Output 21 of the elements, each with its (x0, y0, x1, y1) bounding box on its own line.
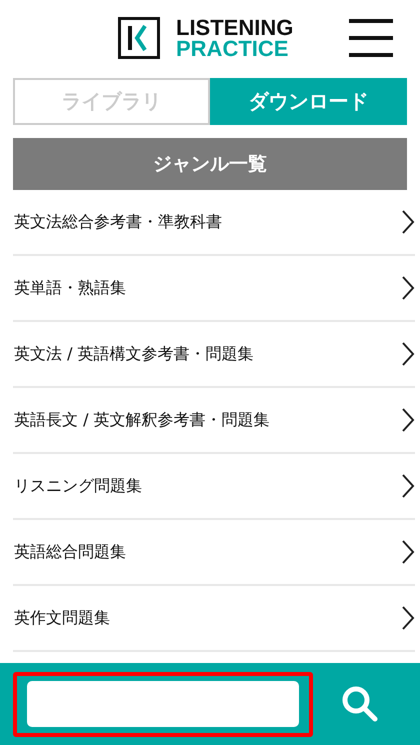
logo-icon (118, 16, 160, 58)
chevron-icon (401, 341, 415, 367)
logo-subtitle: PRACTICE (176, 38, 290, 58)
menu-icon[interactable] (349, 18, 393, 56)
search-icon[interactable] (340, 684, 380, 724)
genre-item[interactable]: 英語長文 / 英文解釈参考書・問題集 (13, 388, 415, 454)
genre-item[interactable]: 英語総合問題集 (13, 520, 415, 586)
section-header: ジャンル一覧 (13, 138, 407, 190)
chevron-icon (401, 209, 415, 235)
logo-title: LISTENING (176, 16, 294, 38)
genre-item[interactable]: 英単語・熟語集 (13, 256, 415, 322)
search-field[interactable] (27, 681, 299, 727)
chevron-icon (401, 473, 415, 499)
chevron-icon (401, 605, 415, 631)
chevron-icon (401, 275, 415, 301)
chevron-icon (401, 539, 415, 565)
genre-item[interactable]: 英作文問題集 (13, 586, 415, 652)
chevron-icon (401, 407, 415, 433)
genre-item[interactable]: 英文法 / 英語構文参考書・問題集 (13, 322, 415, 388)
genre-item[interactable]: リスニング問題集 (13, 454, 415, 520)
genre-item[interactable]: 英文法総合参考書・準教科書 (13, 190, 415, 256)
